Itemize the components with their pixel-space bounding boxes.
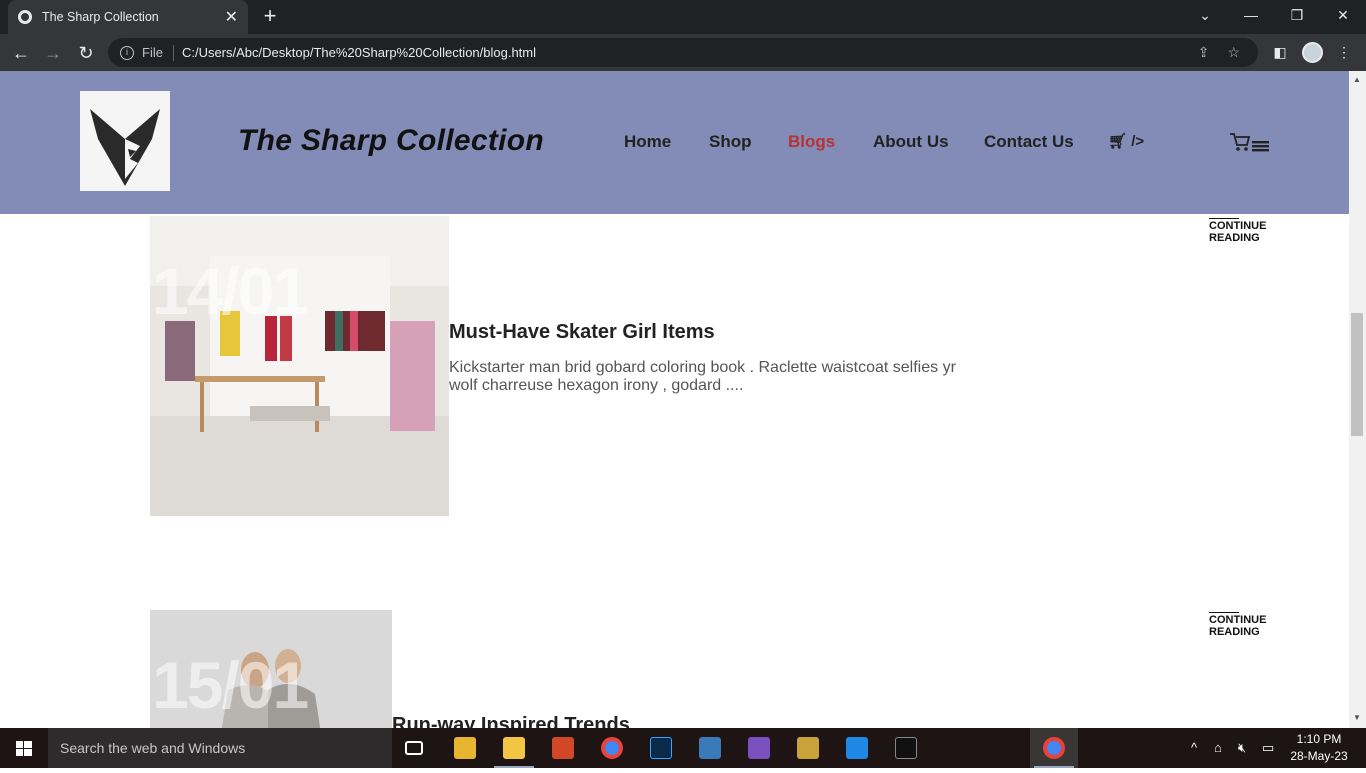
cart-menu-icon[interactable] [1228,131,1272,160]
task-view-icon[interactable] [392,728,440,768]
scrollbar-thumb[interactable] [1351,313,1363,436]
post-date: 15/01 [152,648,309,722]
nav-home[interactable]: Home [624,132,671,152]
address-bar[interactable]: i File C:/Users/Abc/Desktop/The%20Sharp%… [108,38,1258,67]
post-image[interactable]: 14/01 [150,216,449,516]
photoshop-icon[interactable] [637,728,685,768]
site-title[interactable]: The Sharp Collection [238,124,544,158]
minimize-button[interactable]: — [1228,0,1274,30]
nav-blogs[interactable]: Blogs [788,132,835,152]
reload-icon[interactable]: ↻ [73,40,99,66]
visual-studio-icon[interactable] [735,728,783,768]
forward-arrow-icon[interactable]: → [40,40,66,66]
cart-icon: 🛒︎ [1108,133,1128,150]
scroll-down-icon[interactable]: ▼ [1353,713,1361,722]
cart-text: /> [1131,133,1145,150]
windows-taskbar: Search the web and Windows ^ ⌂ 🔇︎ ▭ 1:10… [0,728,1366,768]
close-window-button[interactable]: ✕ [1320,0,1366,30]
tray-chevron-icon[interactable]: ^ [1191,728,1197,768]
terminal-icon[interactable] [882,728,930,768]
tab-title: The Sharp Collection [42,10,159,24]
nav-cart[interactable]: 🛒︎ /> [1108,132,1144,150]
browser-tabstrip: The Sharp Collection ✕ + ⌄ — ❐ ✕ [0,0,1366,34]
restore-button[interactable]: ❐ [1274,0,1320,30]
site-header: The Sharp Collection Home Shop Blogs Abo… [0,71,1349,214]
profile-avatar[interactable] [1302,42,1323,63]
taskbar-clock[interactable]: 1:10 PM 28-May-23 [1288,731,1350,765]
back-arrow-icon[interactable]: ← [8,40,34,66]
browser-toolbar: ← → ↻ i File C:/Users/Abc/Desktop/The%20… [0,34,1366,71]
page-scrollbar[interactable]: ▲ ▼ [1349,71,1366,728]
clock-date: 28-May-23 [1290,749,1348,763]
browser-tab[interactable]: The Sharp Collection ✕ [8,0,248,34]
url-text[interactable]: C:/Users/Abc/Desktop/The%20Sharp%20Colle… [182,45,1198,60]
scroll-up-icon[interactable]: ▲ [1353,75,1361,84]
post-title[interactable]: Run-way Inspired Trends [392,714,630,728]
app-icon-text[interactable] [686,728,734,768]
new-tab-button[interactable]: + [258,4,282,28]
file-explorer-icon[interactable] [490,728,538,768]
side-panel-icon[interactable]: ◧ [1270,42,1290,62]
clock-time: 1:10 PM [1296,732,1342,746]
app-icon-archive[interactable] [441,728,489,768]
notifications-icon[interactable]: ▭ [1262,728,1274,768]
post-date: 14/01 [152,254,309,328]
fox-logo-icon [90,109,160,186]
post-excerpt: Kickstarter man brid gobard coloring boo… [449,359,956,394]
powerpoint-icon[interactable] [539,728,587,768]
cart-list-icon [1230,133,1269,152]
share-icon[interactable]: ⇪ [1198,44,1210,61]
taskbar-search[interactable]: Search the web and Windows [48,728,392,768]
tab-search-icon[interactable]: ⌄ [1182,0,1228,30]
start-button[interactable] [0,728,48,768]
page-viewport: 14/01 Must-Have Skater Girl Items Kickst… [0,71,1349,728]
tab-close-button[interactable]: ✕ [225,7,238,27]
chrome-icon[interactable] [588,728,636,768]
post-title[interactable]: Must-Have Skater Girl Items [449,321,715,344]
network-icon[interactable]: ⌂ [1214,728,1222,768]
volume-muted-icon[interactable]: 🔇︎ [1238,728,1246,768]
info-icon[interactable]: i [120,45,134,60]
bookmark-star-icon[interactable]: ☆ [1227,44,1240,61]
site-logo[interactable] [80,91,170,191]
post-image[interactable]: 15/01 [150,610,392,728]
continue-reading-link[interactable]: CONTINUE READING [1209,218,1279,244]
menu-dots-icon[interactable]: ⋮ [1334,42,1354,62]
globe-icon [18,10,32,24]
nav-about-us[interactable]: About Us [873,132,949,152]
chrome-running-icon[interactable] [1030,728,1078,768]
file-label: File [142,45,163,60]
continue-reading-link[interactable]: CONTINUE READING [1209,612,1279,638]
nav-shop[interactable]: Shop [709,132,752,152]
nav-contact-us[interactable]: Contact Us [984,132,1074,152]
windows-logo-icon [16,741,32,756]
vscode-icon[interactable] [833,728,881,768]
app-icon-tools[interactable] [784,728,832,768]
address-divider [172,44,174,61]
